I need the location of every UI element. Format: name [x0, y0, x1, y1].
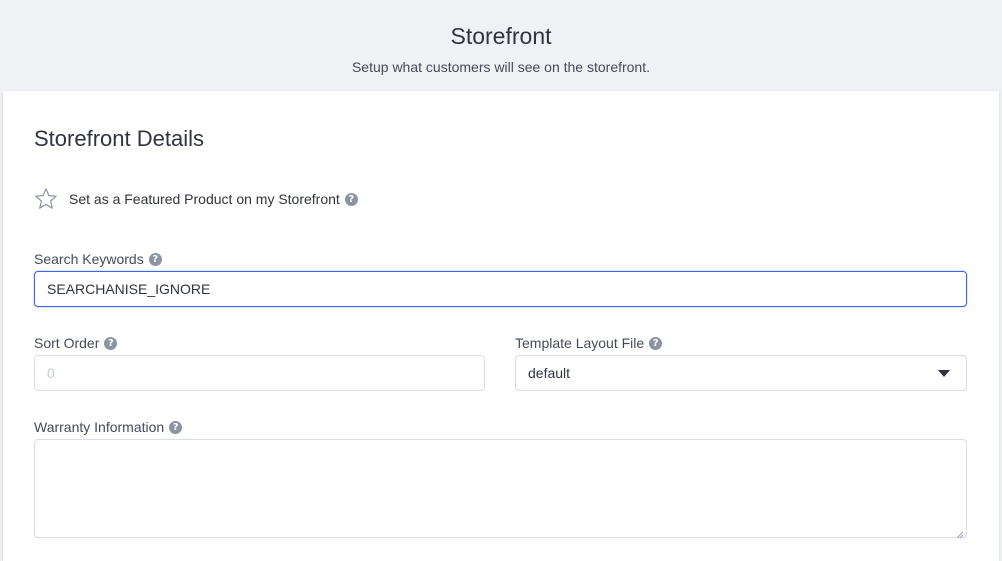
- sort-order-input[interactable]: [34, 355, 485, 391]
- help-icon[interactable]: ?: [344, 192, 358, 206]
- sort-order-label-text: Sort Order: [34, 335, 100, 351]
- warranty-label: Warranty Information ?: [34, 418, 183, 436]
- storefront-details-card: Storefront Details Set as a Featured Pro…: [3, 91, 999, 561]
- featured-product-toggle[interactable]: Set as a Featured Product on my Storefro…: [34, 187, 358, 211]
- featured-product-label: Set as a Featured Product on my Storefro…: [69, 191, 340, 207]
- template-layout-select[interactable]: default: [515, 355, 967, 391]
- search-keywords-label: Search Keywords ?: [34, 250, 162, 268]
- help-icon[interactable]: ?: [148, 252, 162, 266]
- search-keywords-label-text: Search Keywords: [34, 251, 144, 267]
- star-outline-icon[interactable]: [34, 187, 58, 211]
- warranty-label-text: Warranty Information: [34, 419, 165, 435]
- help-icon[interactable]: ?: [104, 336, 118, 350]
- page-subtitle: Setup what customers will see on the sto…: [351, 59, 651, 75]
- card-title: Storefront Details: [34, 126, 204, 151]
- page-title: Storefront: [450, 23, 552, 49]
- warranty-textarea[interactable]: [34, 439, 967, 538]
- template-layout-selected: default: [528, 365, 571, 381]
- resize-handle-icon[interactable]: [955, 526, 964, 539]
- page-header: Storefront Setup what customers will see…: [0, 0, 1002, 91]
- help-icon[interactable]: ?: [649, 336, 663, 350]
- chevron-down-icon: [938, 369, 950, 377]
- help-icon[interactable]: ?: [169, 420, 183, 434]
- search-keywords-input[interactable]: [34, 271, 967, 307]
- template-layout-label-text: Template Layout File: [515, 335, 645, 351]
- sort-order-label: Sort Order ?: [34, 334, 118, 352]
- template-layout-label: Template Layout File ?: [515, 334, 663, 352]
